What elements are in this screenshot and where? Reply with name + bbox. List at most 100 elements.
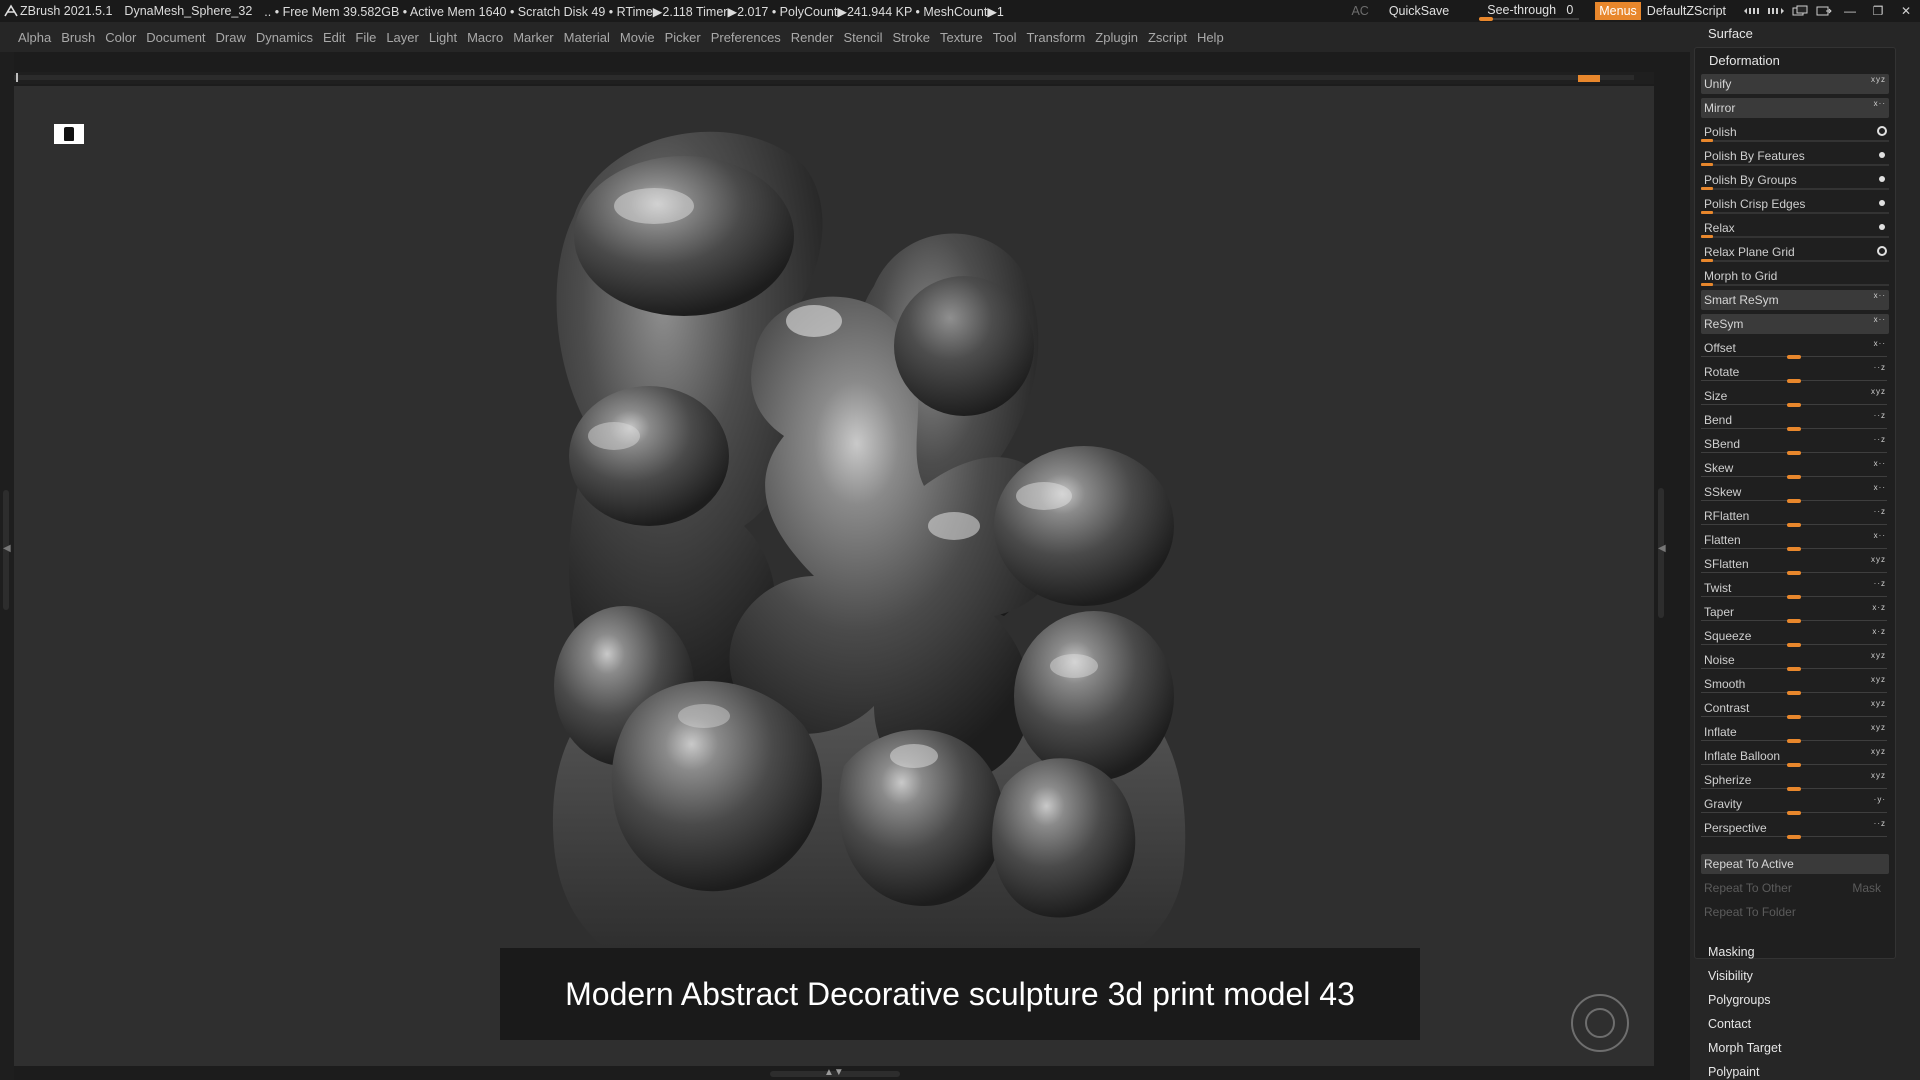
taper-slider-knob[interactable] [1787,619,1801,623]
polish-by-groups-dot-icon[interactable] [1879,176,1885,182]
polish-button[interactable]: Polish [1701,122,1889,142]
rotate-slider[interactable]: Rotate ··z [1701,362,1889,383]
size-slider[interactable]: Size xyz [1701,386,1889,407]
navigation-gyro-icon[interactable] [1571,994,1629,1052]
masking-subpalette[interactable]: Masking [1708,945,1755,959]
menu-render[interactable]: Render [791,30,834,45]
smooth-slider-knob[interactable] [1787,691,1801,695]
skew-axis-toggles[interactable]: x·· [1874,459,1886,468]
spherize-slider[interactable]: Spherize xyz [1701,770,1889,791]
see-through-knob[interactable] [1479,17,1494,21]
polish-by-groups-slider-fill[interactable] [1701,187,1713,190]
flatten-axis-toggles[interactable]: x·· [1874,531,1886,540]
surface-subpalette[interactable]: Surface [1708,26,1753,41]
sskew-slider[interactable]: SSkew x·· [1701,482,1889,503]
sflatten-slider-knob[interactable] [1787,571,1801,575]
smart-resym-button[interactable]: Smart ReSym x·· [1701,290,1889,310]
offset-slider-knob[interactable] [1787,355,1801,359]
squeeze-axis-toggles[interactable]: x·z [1872,627,1886,636]
default-zscript-button[interactable]: DefaultZScript [1647,4,1726,18]
perspective-axis-toggles[interactable]: ··z [1874,819,1886,828]
twist-axis-toggles[interactable]: ··z [1874,579,1886,588]
bend-slider[interactable]: Bend ··z [1701,410,1889,431]
polish-ring-icon[interactable] [1877,126,1887,136]
menu-brush[interactable]: Brush [61,30,95,45]
left-tray-arrow-icon[interactable]: ◀ [3,543,11,554]
inflate-axis-toggles[interactable]: xyz [1871,723,1886,732]
menu-help[interactable]: Help [1197,30,1224,45]
rflatten-slider-knob[interactable] [1787,523,1801,527]
menu-texture[interactable]: Texture [940,30,983,45]
resym-button[interactable]: ReSym x·· [1701,314,1889,334]
ac-indicator[interactable]: AC [1351,4,1368,18]
squeeze-slider[interactable]: Squeeze x·z [1701,626,1889,647]
inflate-balloon-axis-toggles[interactable]: xyz [1871,747,1886,756]
menu-document[interactable]: Document [146,30,205,45]
morph-to-grid-button[interactable]: Morph to Grid [1701,266,1889,286]
polygroups-subpalette[interactable]: Polygroups [1708,993,1771,1007]
sskew-axis-toggles[interactable]: x·· [1874,483,1886,492]
flatten-slider[interactable]: Flatten x·· [1701,530,1889,551]
quicksave-button[interactable]: QuickSave [1389,4,1449,18]
menu-zplugin[interactable]: Zplugin [1095,30,1138,45]
document-canvas[interactable]: Modern Abstract Decorative sculpture 3d … [14,86,1654,1066]
right-tray-arrow-icon[interactable]: ◀ [1658,543,1666,554]
offset-axis-toggles[interactable]: x·· [1874,339,1886,348]
smooth-slider[interactable]: Smooth xyz [1701,674,1889,695]
mirror-button[interactable]: Mirror x·· [1701,98,1889,118]
polish-slider-fill[interactable] [1701,139,1713,142]
menu-dynamics[interactable]: Dynamics [256,30,313,45]
polypaint-subpalette[interactable]: Polypaint [1708,1065,1759,1079]
menu-marker[interactable]: Marker [513,30,553,45]
sbend-slider-knob[interactable] [1787,451,1801,455]
relax-plane-grid-slider-fill[interactable] [1701,259,1713,262]
offset-slider[interactable]: Offset x·· [1701,338,1889,359]
relax-slider-fill[interactable] [1701,235,1713,238]
polish-by-features-button[interactable]: Polish By Features [1701,146,1889,166]
morph-target-subpalette[interactable]: Morph Target [1708,1041,1781,1055]
top-shelf-knob[interactable] [1578,75,1600,82]
gravity-slider-knob[interactable] [1787,811,1801,815]
menu-edit[interactable]: Edit [323,30,345,45]
sflatten-axis-toggles[interactable]: xyz [1871,555,1886,564]
sculpture-model[interactable] [484,106,1244,1066]
smart-resym-axis-toggles[interactable]: x·· [1874,291,1886,300]
inflate-slider-knob[interactable] [1787,739,1801,743]
menu-movie[interactable]: Movie [620,30,655,45]
menu-color[interactable]: Color [105,30,136,45]
taper-axis-toggles[interactable]: x·z [1872,603,1886,612]
flatten-slider-knob[interactable] [1787,547,1801,551]
polish-crisp-edges-dot-icon[interactable] [1879,200,1885,206]
noise-slider[interactable]: Noise xyz [1701,650,1889,671]
gravity-slider[interactable]: Gravity ·y· [1701,794,1889,815]
unify-axis-toggles[interactable]: xyz [1871,75,1886,84]
top-shelf-track[interactable] [14,75,1634,80]
squeeze-slider-knob[interactable] [1787,643,1801,647]
minimize-icon[interactable]: — [1836,1,1864,21]
menus-toggle-button[interactable]: Menus [1595,2,1641,20]
menu-tool[interactable]: Tool [993,30,1017,45]
menu-alpha[interactable]: Alpha [18,30,51,45]
inflate-balloon-slider[interactable]: Inflate Balloon xyz [1701,746,1889,767]
rflatten-slider[interactable]: RFlatten ··z [1701,506,1889,527]
size-axis-toggles[interactable]: xyz [1871,387,1886,396]
restore-icon[interactable]: ❐ [1864,1,1892,21]
noise-axis-toggles[interactable]: xyz [1871,651,1886,660]
deformation-header[interactable]: Deformation [1709,53,1780,68]
taper-slider[interactable]: Taper x·z [1701,602,1889,623]
menu-layer[interactable]: Layer [386,30,419,45]
contrast-axis-toggles[interactable]: xyz [1871,699,1886,708]
menu-file[interactable]: File [355,30,376,45]
polish-by-features-dot-icon[interactable] [1879,152,1885,158]
tool-thumbnail-icon[interactable] [54,124,84,144]
spherize-axis-toggles[interactable]: xyz [1871,771,1886,780]
menu-stencil[interactable]: Stencil [843,30,882,45]
bottom-tray-arrow-icon[interactable]: ▲▼ [824,1067,844,1078]
noise-slider-knob[interactable] [1787,667,1801,671]
skew-slider[interactable]: Skew x·· [1701,458,1889,479]
polish-crisp-edges-button[interactable]: Polish Crisp Edges [1701,194,1889,214]
polish-crisp-edges-slider-fill[interactable] [1701,211,1713,214]
relax-dot-icon[interactable] [1879,224,1885,230]
sbend-slider[interactable]: SBend ··z [1701,434,1889,455]
relax-plane-grid-ring-icon[interactable] [1877,246,1887,256]
